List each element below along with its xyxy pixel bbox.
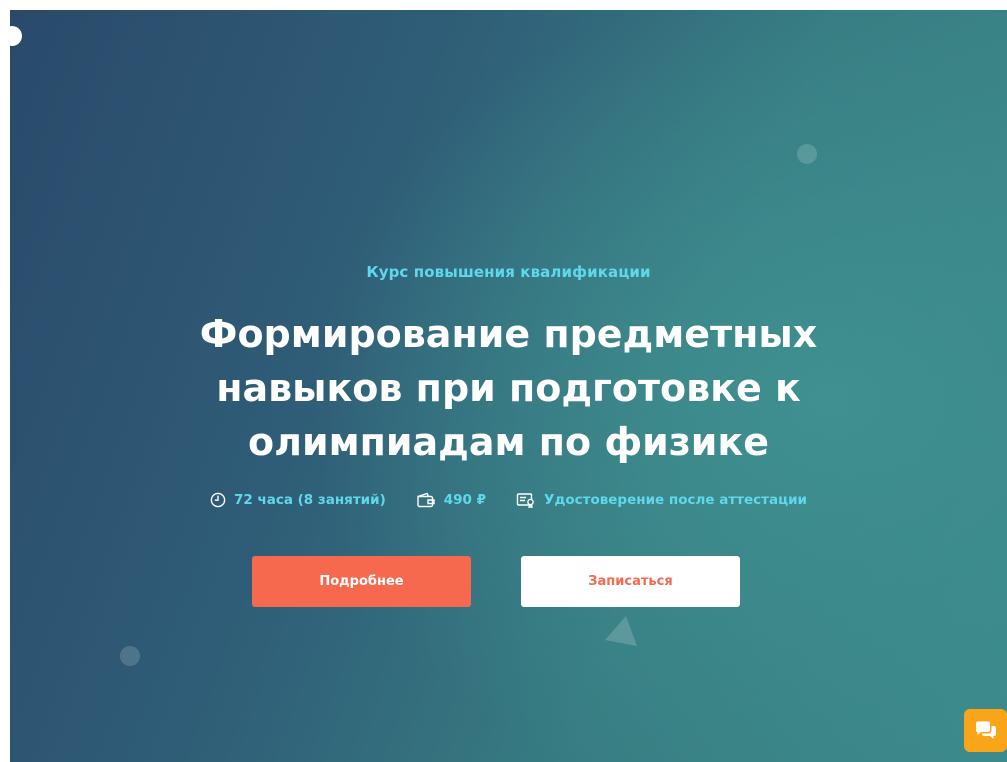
course-title-line: Формирование предметных [199,312,818,356]
hero-section: Курс повышения квалификации Формирование… [10,10,1007,762]
course-title-line: навыков при подготовке к [216,366,801,410]
certificate-text: Удостоверение после аттестации [544,492,808,508]
clock-icon [210,492,226,508]
more-button[interactable]: Подробнее [252,556,471,607]
duration-info: 72 часа (8 занятий) [210,492,386,508]
duration-text: 72 часа (8 занятий) [233,492,386,508]
course-title-line: олимпиадам по физике [248,420,769,464]
enroll-button[interactable]: Записаться [521,556,740,607]
decorative-dot [120,646,140,666]
price-text: 490 ₽ [443,492,487,508]
edge-circle-decoration [10,26,22,46]
decorative-dot [797,144,817,164]
certificate-info: Удостоверение после аттестации [516,492,807,508]
course-title: Формирование предметных навыков при подг… [10,307,1007,469]
decorative-triangle [605,616,637,646]
chat-icon [975,721,996,739]
course-type-label: Курс повышения квалификации [366,263,651,281]
course-meta: 72 часа (8 занятий) 490 ₽ Удостоверение … [10,492,1007,508]
price-info: 490 ₽ [416,492,486,508]
certificate-icon [516,493,534,508]
chat-button[interactable] [964,709,1007,752]
wallet-icon [417,492,435,508]
